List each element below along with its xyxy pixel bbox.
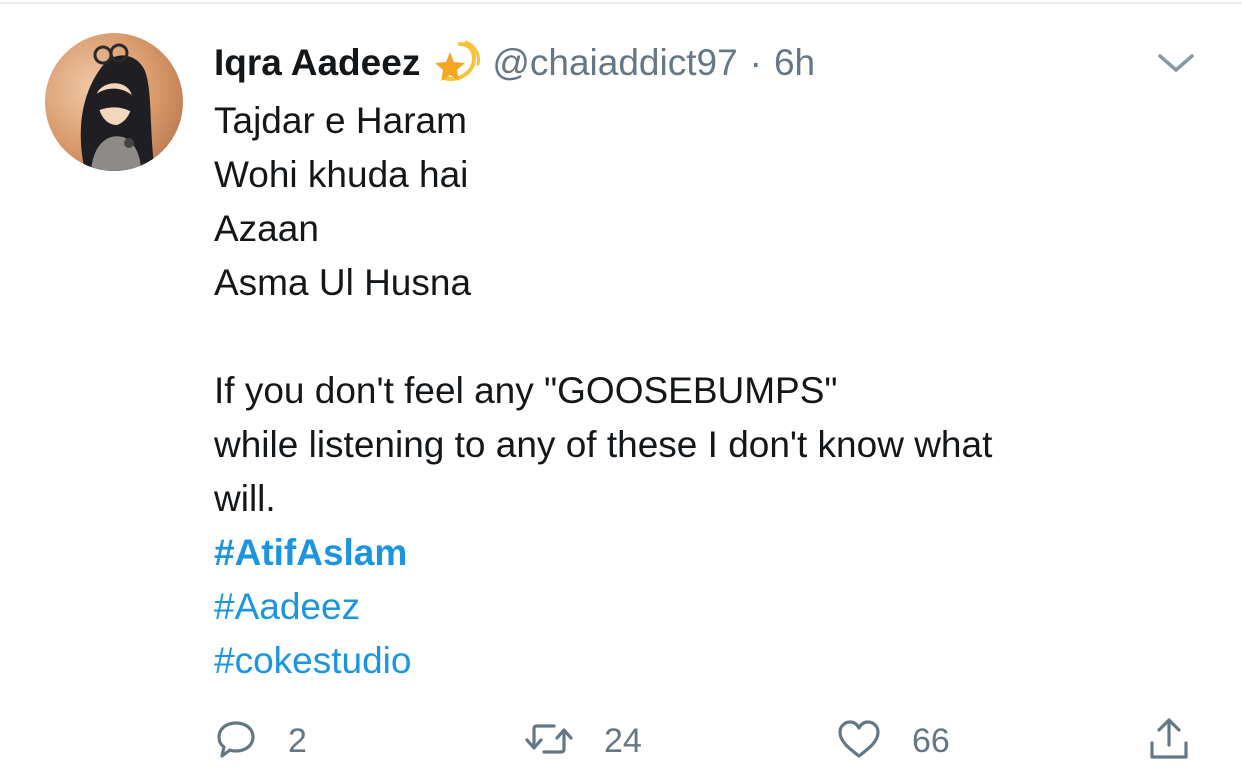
retweet-count: 24 [604, 721, 642, 760]
retweet-icon [524, 717, 574, 766]
tweet-timestamp[interactable]: 6h [774, 42, 815, 84]
tweet-line: Azaan [214, 208, 319, 249]
display-name[interactable]: Iqra Aadeez [214, 42, 420, 84]
hashtag-link[interactable]: #cokestudio [214, 634, 1214, 688]
tweet-line: while listening to any of these I don't … [214, 424, 993, 465]
hashtag-link[interactable]: #Aadeez [214, 580, 1214, 634]
retweet-button[interactable]: 24 [524, 712, 642, 770]
tweet-line: Asma Ul Husna [214, 262, 472, 303]
tweet-line: will. [214, 478, 276, 519]
heart-icon [836, 717, 882, 766]
tweet-line: If you don't feel any "GOOSEBUMPS" [214, 370, 838, 411]
tweet-actions: 2 24 66 [0, 712, 1242, 770]
hashtag-link[interactable]: #AtifAslam [214, 526, 1214, 580]
star-badge-icon [430, 38, 484, 88]
like-button[interactable]: 66 [836, 712, 950, 770]
top-divider [0, 2, 1242, 4]
avatar[interactable] [45, 33, 183, 171]
avatar-image [45, 33, 183, 171]
tweet-text: Tajdar e Haram Wohi khuda hai Azaan Asma… [214, 94, 1214, 688]
share-upload-icon [1146, 715, 1192, 768]
tweet-line: Wohi khuda hai [214, 154, 469, 195]
reply-bubble-icon [214, 717, 258, 766]
tweet-line: Tajdar e Haram [214, 100, 467, 141]
author-handle[interactable]: @chaiaddict97 [492, 42, 737, 84]
reply-count: 2 [288, 721, 307, 760]
tweet-header: Iqra Aadeez @chaiaddict97 · 6h [214, 38, 815, 88]
share-button[interactable] [1146, 712, 1192, 770]
separator-dot: · [749, 42, 762, 83]
like-count: 66 [912, 721, 950, 760]
reply-button[interactable]: 2 [214, 712, 307, 770]
chevron-down-icon[interactable] [1156, 50, 1196, 76]
